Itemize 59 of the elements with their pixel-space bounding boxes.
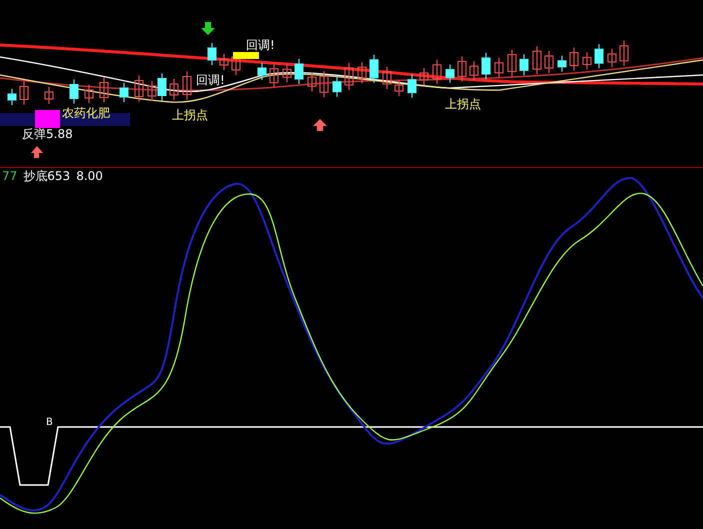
candlestick [258, 62, 266, 80]
candlestick [320, 70, 328, 98]
candlestick [482, 52, 490, 80]
candlestick [446, 64, 454, 84]
chart-annotation: 回调! [196, 73, 225, 87]
chart-annotation: 上拐点 [445, 97, 481, 111]
candlestick [8, 88, 16, 106]
candlestick [594, 44, 604, 69]
candlestick [182, 71, 192, 100]
candlestick [582, 52, 592, 70]
chart-annotation: 反弹5.88 [22, 127, 73, 141]
candlestick [158, 73, 166, 101]
indicator-value: 8.00 [76, 169, 103, 183]
candlestick [570, 47, 578, 72]
down-arrow-icon [201, 22, 215, 35]
candlestick [420, 68, 428, 86]
indicator-period: 77 [2, 169, 18, 183]
signal-marker: B [46, 417, 53, 429]
candlestick [148, 80, 156, 102]
candlestick [44, 86, 54, 104]
candlestick [608, 48, 616, 68]
indicator-name: 抄底653 [23, 169, 70, 183]
candlestick [308, 72, 316, 92]
candlestick [520, 54, 528, 76]
up-arrow-icon [31, 146, 43, 158]
candlestick [294, 58, 304, 84]
candlestick [370, 54, 378, 84]
signal-block [35, 110, 60, 128]
chart-annotation: 上拐点 [172, 108, 208, 122]
candlestick [208, 42, 216, 66]
candlestick [532, 46, 542, 75]
candlestick [394, 80, 404, 97]
candlestick [84, 84, 94, 104]
candlestick [134, 75, 144, 102]
candlestick [344, 62, 354, 90]
chart-annotation: 回调! [246, 38, 275, 52]
candlestick [220, 54, 228, 70]
candlestick [332, 76, 342, 98]
candlestick [494, 57, 504, 78]
candlestick [170, 78, 178, 100]
candlestick [558, 55, 566, 72]
candlestick [458, 56, 466, 82]
candlestick [382, 66, 392, 90]
candlestick [544, 50, 554, 74]
candlestick [100, 77, 108, 103]
up-arrow-icon [313, 119, 327, 131]
candlestick [432, 59, 442, 84]
candlestick [408, 74, 416, 98]
chart-annotation: 农药化肥 [62, 106, 110, 120]
candlestick [470, 60, 478, 81]
candlestick [70, 79, 78, 104]
candlestick [20, 81, 28, 105]
candlestick [270, 63, 278, 88]
candlestick [282, 64, 292, 83]
signal-bar [233, 52, 259, 59]
candlestick [620, 40, 628, 66]
candlestick [508, 49, 516, 78]
candlestick [358, 62, 366, 84]
candlestick [120, 82, 128, 102]
